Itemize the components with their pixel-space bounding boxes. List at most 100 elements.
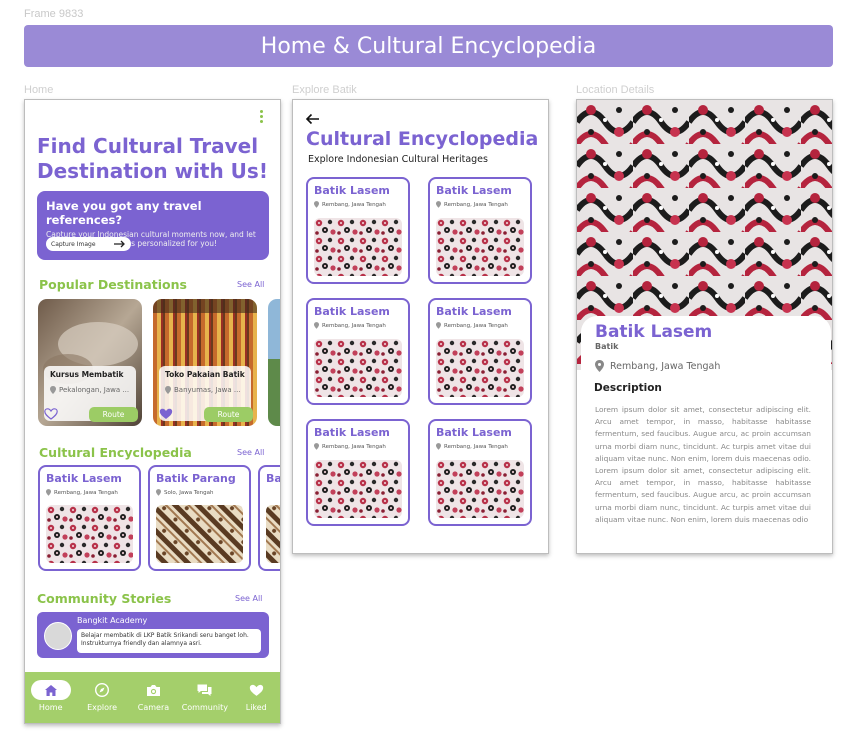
destination-photo xyxy=(268,299,280,426)
encyclopedia-card[interactable]: Batik Lasem Rembang, Jawa Tengah xyxy=(306,298,410,405)
like-heart-icon[interactable] xyxy=(43,407,59,421)
encyclopedia-card[interactable]: Batik Lasem Rembang, Jawa Tengah xyxy=(38,465,141,571)
capture-image-button[interactable]: Capture Image xyxy=(46,237,131,251)
detail-category: Batik xyxy=(595,342,619,351)
explore-screen-label: Explore Batik xyxy=(292,84,357,96)
capture-button-label: Capture Image xyxy=(51,240,96,248)
avatar xyxy=(44,622,72,650)
encyclopedia-see-all-link[interactable]: See All xyxy=(237,448,264,457)
encyclopedia-item-location: Rembang, Jawa Tengah xyxy=(436,201,524,208)
destination-location: Pekalongan, Jawa ... xyxy=(50,386,130,394)
batik-lasem-image xyxy=(436,218,524,276)
batik-partial-image xyxy=(266,505,280,563)
encyclopedia-card[interactable]: Batik Lasem Rembang, Jawa Tengah xyxy=(428,177,532,284)
encyclopedia-item-name: Batik Lasem xyxy=(436,426,512,439)
encyclopedia-item-name: Ba xyxy=(266,472,281,485)
cultural-encyclopedia-title: Cultural Encyclopedia xyxy=(39,445,192,460)
encyclopedia-card[interactable]: Batik Lasem Rembang, Jawa Tengah xyxy=(428,298,532,405)
encyclopedia-item-location: Rembang, Jawa Tengah xyxy=(314,201,402,208)
encyclopedia-item-location: Solo, Jawa Tengah xyxy=(156,489,243,496)
location-pin-icon xyxy=(314,443,319,450)
route-button[interactable]: Route xyxy=(204,407,253,422)
frame-label: Frame 9833 xyxy=(24,8,84,20)
encyclopedia-card-partial[interactable]: Ba xyxy=(258,465,281,571)
detail-location-text: Rembang, Jawa Tengah xyxy=(610,360,721,372)
description-text: Lorem ipsum dolor sit amet, consectetur … xyxy=(595,405,811,524)
destination-name: Toko Pakaian Batik xyxy=(165,370,245,379)
nav-community[interactable]: Community xyxy=(180,680,230,712)
nav-home[interactable]: Home xyxy=(26,680,76,712)
story-text: Belajar membatik di LKP Batik Srikandi s… xyxy=(77,629,261,653)
back-arrow-icon[interactable] xyxy=(305,110,320,129)
liked-heart-icon[interactable] xyxy=(158,407,174,421)
nav-label: Explore xyxy=(87,703,118,712)
encyclopedia-card[interactable]: Batik Lasem Rembang, Jawa Tengah xyxy=(428,419,532,526)
nav-camera[interactable]: Camera xyxy=(128,680,178,712)
encyclopedia-item-location: Rembang, Jawa Tengah xyxy=(46,489,133,496)
encyclopedia-location-text: Rembang, Jawa Tengah xyxy=(322,443,386,450)
encyclopedia-item-name: Batik Lasem xyxy=(314,426,390,439)
destination-card-partial[interactable] xyxy=(268,299,280,426)
encyclopedia-item-name: Batik Lasem xyxy=(46,472,122,485)
home-icon xyxy=(30,680,71,700)
popular-see-all-link[interactable]: See All xyxy=(237,280,264,289)
encyclopedia-location-text: Solo, Jawa Tengah xyxy=(164,489,214,496)
stories-see-all-link[interactable]: See All xyxy=(235,594,262,603)
encyclopedia-card[interactable]: Batik Lasem Rembang, Jawa Tengah xyxy=(306,419,410,526)
route-button[interactable]: Route xyxy=(89,407,138,422)
home-screen-label: Home xyxy=(24,84,54,96)
nav-liked[interactable]: Liked xyxy=(231,680,280,712)
home-screen: Find Cultural Travel Destination with Us… xyxy=(24,99,281,724)
heart-icon xyxy=(236,680,276,700)
destination-card[interactable]: Toko Pakaian Batik Banyumas, Jawa ... Ro… xyxy=(153,299,257,426)
location-pin-icon xyxy=(156,489,161,496)
destination-card[interactable]: Kursus Membatik Pekalongan, Jawa ... Rou… xyxy=(38,299,142,426)
encyclopedia-item-name: Batik Lasem xyxy=(314,305,390,318)
batik-lasem-image xyxy=(436,339,524,397)
encyclopedia-item-name: Batik Lasem xyxy=(314,184,390,197)
chat-icon xyxy=(185,680,225,700)
location-pin-icon xyxy=(50,386,56,394)
detail-title: Batik Lasem xyxy=(595,322,713,342)
location-pin-icon xyxy=(46,489,51,496)
home-title: Find Cultural Travel Destination with Us… xyxy=(37,134,268,183)
destination-location-text: Banyumas, Jawa ... xyxy=(174,386,241,394)
location-details-screen: Batik Lasem Batik Rembang, Jawa Tengah D… xyxy=(576,99,833,554)
encyclopedia-location-text: Rembang, Jawa Tengah xyxy=(322,201,386,208)
location-pin-icon xyxy=(314,201,319,208)
nav-label: Liked xyxy=(245,703,267,712)
location-pin-icon xyxy=(314,322,319,329)
explore-title: Cultural Encyclopedia xyxy=(306,128,539,150)
more-options-icon[interactable] xyxy=(260,110,264,123)
arrow-right-icon xyxy=(114,240,125,248)
community-stories-title: Community Stories xyxy=(37,591,172,606)
bottom-navigation: Home Explore Camera Community Liked xyxy=(25,672,280,723)
batik-lasem-image xyxy=(314,339,402,397)
encyclopedia-item-name: Batik Parang xyxy=(156,472,236,485)
encyclopedia-card[interactable]: Batik Lasem Rembang, Jawa Tengah xyxy=(306,177,410,284)
batik-lasem-image xyxy=(436,460,524,518)
encyclopedia-item-name: Batik Lasem xyxy=(436,184,512,197)
page-banner: Home & Cultural Encyclopedia xyxy=(24,25,833,67)
encyclopedia-location-text: Rembang, Jawa Tengah xyxy=(444,322,508,329)
nav-label: Camera xyxy=(137,703,170,712)
travel-reference-card: Have you got any travel references? Capt… xyxy=(37,191,269,260)
nav-label: Home xyxy=(38,703,63,712)
encyclopedia-card[interactable]: Batik Parang Solo, Jawa Tengah xyxy=(148,465,251,571)
batik-parang-image xyxy=(156,505,243,563)
popular-destinations-title: Popular Destinations xyxy=(39,277,187,292)
batik-lasem-image xyxy=(46,505,133,563)
encyclopedia-item-location: Rembang, Jawa Tengah xyxy=(314,322,402,329)
nav-explore[interactable]: Explore xyxy=(77,680,127,712)
encyclopedia-location-text: Rembang, Jawa Tengah xyxy=(444,201,508,208)
location-pin-icon xyxy=(436,201,441,208)
description-heading: Description xyxy=(594,382,662,394)
compass-icon xyxy=(82,680,122,700)
community-story-card[interactable]: Bangkit Academy Belajar membatik di LKP … xyxy=(37,612,269,658)
location-pin-icon xyxy=(595,360,604,372)
encyclopedia-location-text: Rembang, Jawa Tengah xyxy=(444,443,508,450)
encyclopedia-item-location: Rembang, Jawa Tengah xyxy=(436,322,524,329)
travel-card-title: Have you got any travel references? xyxy=(46,199,202,227)
destination-location-text: Pekalongan, Jawa ... xyxy=(59,386,130,394)
detail-location: Rembang, Jawa Tengah xyxy=(595,360,817,372)
